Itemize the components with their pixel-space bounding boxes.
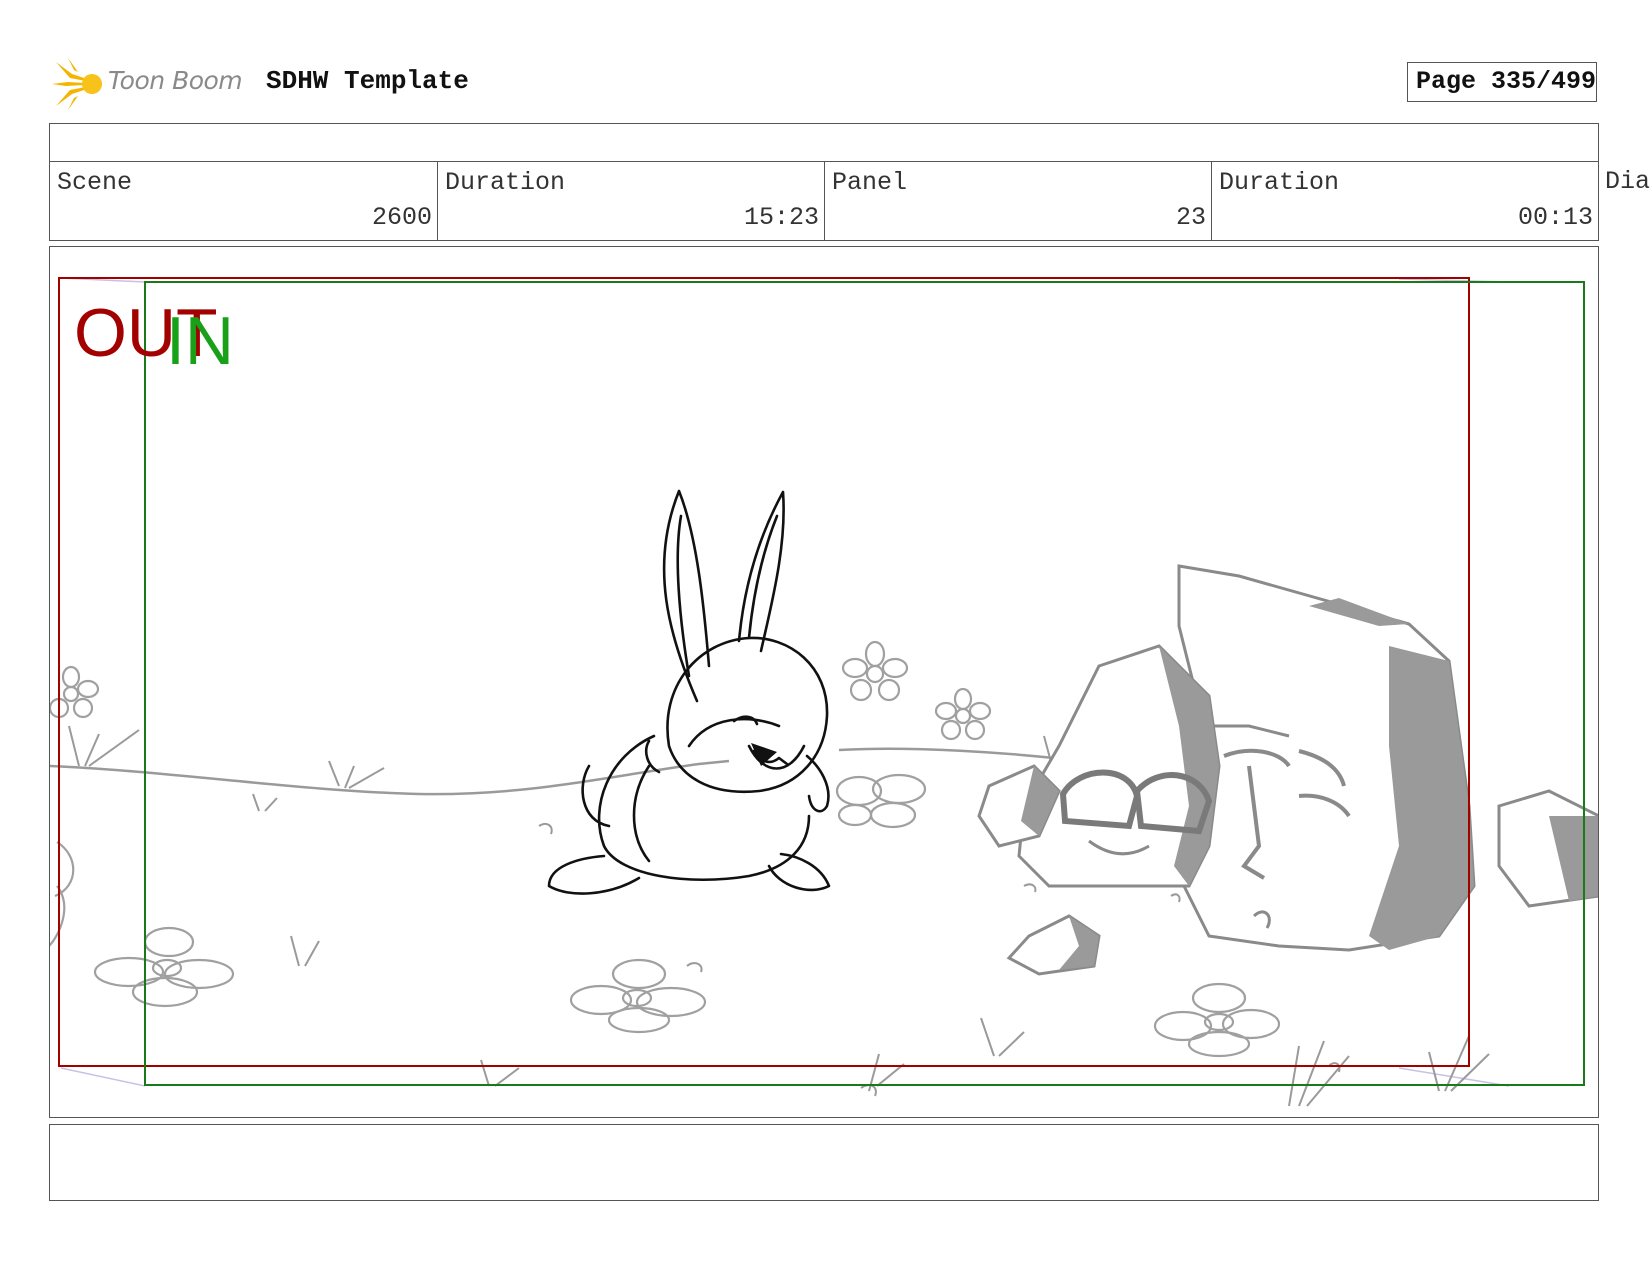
scene-value: 2600: [371, 203, 432, 232]
dialog-label: Dia: [1605, 167, 1650, 196]
page-counter: Page 335/499: [1407, 62, 1597, 102]
dialog-box: [49, 1124, 1599, 1201]
scene-label: Scene: [57, 168, 133, 197]
logo-wordmark: Toon Boom: [108, 66, 243, 95]
rock-characters: [977, 564, 1598, 976]
panel-cell: Panel 23: [825, 162, 1212, 240]
scene-duration-value: 15:23: [743, 203, 819, 232]
scene-duration-cell: Duration 15:23: [438, 162, 825, 240]
title-bar-empty: [49, 123, 1599, 162]
scene-duration-label: Duration: [445, 168, 566, 197]
panel-duration-cell: Duration 00:13: [1212, 162, 1598, 240]
in-frame-label: IN: [166, 303, 234, 379]
scene-cell: Scene 2600: [50, 162, 438, 240]
horizon-line: [50, 759, 730, 796]
panel-sketch: [50, 277, 1598, 1107]
bunny-character: [547, 489, 831, 895]
toon-boom-logo-icon: [52, 58, 102, 110]
panel-info-row: Scene 2600 Duration 15:23 Panel 23 Durat…: [49, 161, 1599, 241]
document-title: SDHW Template: [266, 66, 469, 96]
panel-value: 23: [1175, 203, 1206, 232]
panel-label: Panel: [832, 168, 908, 197]
camera-guide-line: [60, 1067, 146, 1087]
panel-duration-value: 00:13: [1517, 203, 1593, 232]
panel-duration-label: Duration: [1219, 168, 1340, 197]
